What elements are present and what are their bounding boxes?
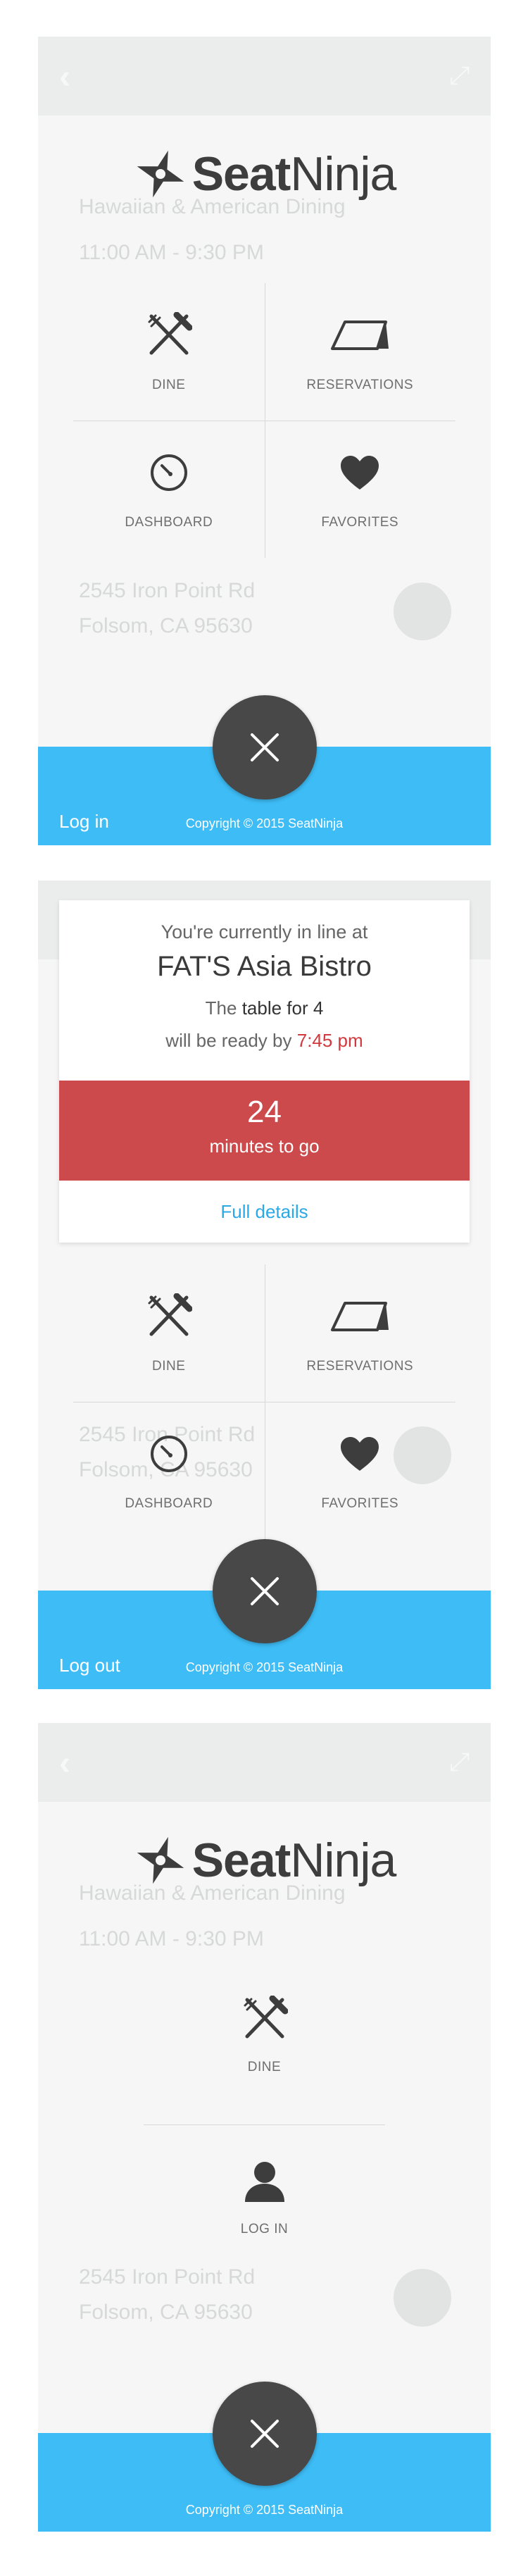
minutes-remaining: 24 (247, 1095, 282, 1129)
menu-login-label: LOG IN (240, 2222, 289, 2236)
menu-dine-label: DINE (152, 1359, 186, 1374)
close-menu-button[interactable] (212, 1539, 317, 1643)
logo-text: SeatNinja (191, 147, 397, 201)
fullscreen-icon: ⤢ (449, 61, 470, 89)
menu-dashboard[interactable]: DASHBOARD (73, 1402, 265, 1539)
restaurant-name: FAT'S Asia Bistro (157, 951, 372, 982)
seatninja-logo: SeatNinja (38, 1822, 491, 1899)
queue-status-card: You're currently in line at FAT'S Asia B… (59, 900, 470, 1243)
copyright-text: Copyright © 2015 SeatNinja (185, 1660, 344, 1674)
menu-favorites-label: FAVORITES (321, 1496, 399, 1511)
menu-favorites-label: FAVORITES (321, 515, 399, 530)
ninja-star-icon (137, 1836, 184, 1884)
speedometer-icon (149, 444, 189, 501)
menu-reservations[interactable]: RESERVATIONS (265, 283, 456, 421)
menu-divider (144, 2124, 385, 2125)
close-menu-button[interactable] (212, 695, 317, 799)
screen-menu-in-queue: 2545 Iron Point Rd Folsom, CA 95630 You'… (38, 881, 491, 1689)
full-details-link[interactable]: Full details (59, 1181, 470, 1243)
bg-hours: 11:00 AM - 9:30 PM (79, 241, 264, 264)
seatninja-logo: SeatNinja (38, 135, 491, 213)
close-menu-button[interactable] (212, 2382, 317, 2486)
main-menu-grid: DINE RESERVATIONS DASHBOARD FAVORITES (73, 283, 455, 558)
minutes-label: minutes to go (209, 1135, 320, 1157)
menu-dashboard[interactable]: DASHBOARD (73, 421, 265, 558)
bg-city: Folsom, CA 95630 (79, 614, 253, 637)
bg-hours: 11:00 AM - 9:30 PM (79, 1927, 264, 1950)
bg-topbar: ‹ ⤢ (38, 37, 491, 116)
bg-topbar: ‹ ⤢ (38, 1723, 491, 1802)
copyright-text: Copyright © 2015 SeatNinja (185, 2503, 344, 2517)
close-icon (250, 733, 279, 761)
menu-reservations-label: RESERVATIONS (306, 378, 414, 392)
menu-dine-label: DINE (152, 378, 186, 392)
heart-icon (339, 1426, 380, 1482)
close-icon (250, 1577, 279, 1605)
bg-street: 2545 Iron Point Rd (79, 579, 256, 602)
bg-navigate-icon (394, 2269, 451, 2327)
ninja-star-icon (137, 150, 184, 198)
menu-dashboard-label: DASHBOARD (125, 515, 213, 530)
user-icon (38, 2153, 491, 2209)
back-arrow-icon: ‹ (59, 58, 70, 96)
reservation-tent-icon (329, 307, 390, 363)
ready-info: will be ready by 7:45 pm (165, 1030, 363, 1051)
close-icon (250, 2420, 279, 2448)
logo-text: SeatNinja (191, 1834, 397, 1887)
bg-city: Folsom, CA 95630 (79, 2301, 253, 2324)
countdown-banner: 24 minutes to go (59, 1081, 470, 1181)
fullscreen-icon: ⤢ (449, 1747, 470, 1776)
menu-favorites[interactable]: FAVORITES (265, 1402, 456, 1539)
menu-favorites[interactable]: FAVORITES (265, 421, 456, 558)
menu-dine-label: DINE (247, 2060, 282, 2074)
menu-dine[interactable]: DINE (73, 283, 265, 421)
copyright-text: Copyright © 2015 SeatNinja (185, 816, 344, 830)
menu-dine[interactable]: DINE (38, 1991, 491, 2075)
fork-knife-icon (146, 307, 192, 363)
menu-reservations[interactable]: RESERVATIONS (265, 1264, 456, 1402)
bg-street: 2545 Iron Point Rd (79, 2265, 256, 2289)
fork-knife-icon (38, 1991, 491, 2047)
speedometer-icon (149, 1426, 189, 1482)
ready-time: 7:45 pm (296, 1030, 363, 1051)
screen-menu-guest: ‹ ⤢ Hawaiian & American Dining 11:00 AM … (38, 1723, 491, 2532)
queue-intro: You're currently in line at (161, 921, 368, 942)
menu-reservations-label: RESERVATIONS (306, 1359, 414, 1374)
heart-icon (339, 444, 380, 501)
table-info: The table for 4 (205, 997, 324, 1019)
main-menu-grid: DINE RESERVATIONS DASHBOARD FAVORITES (73, 1264, 455, 1539)
screen-menu-logged-out: ‹ ⤢ Hawaiian & American Dining 11:00 AM … (38, 37, 491, 845)
back-arrow-icon: ‹ (59, 1745, 70, 1782)
bg-navigate-icon (394, 583, 451, 640)
menu-dine[interactable]: DINE (73, 1264, 265, 1402)
reservation-tent-icon (329, 1288, 390, 1345)
menu-login[interactable]: LOG IN (38, 2153, 491, 2237)
fork-knife-icon (146, 1288, 192, 1345)
menu-dashboard-label: DASHBOARD (125, 1496, 213, 1511)
